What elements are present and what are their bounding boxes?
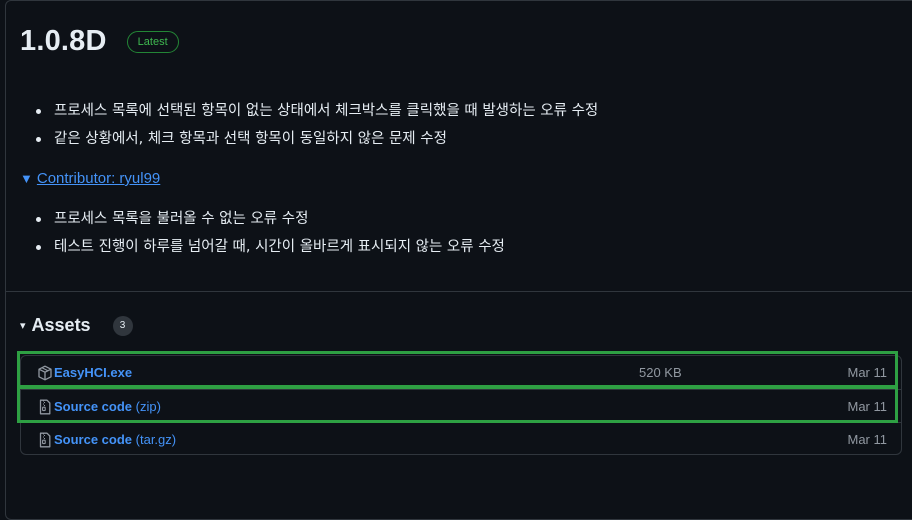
asset-download-link[interactable]: Source code (tar.gz): [54, 432, 176, 447]
file-zip-icon: [39, 432, 51, 448]
release-note-item: 같은 상황에서, 체크 항목과 선택 항목이 동일하지 않은 문제 수정: [35, 125, 598, 153]
assets-heading: Assets: [31, 315, 91, 335]
assets-count-badge: 3: [112, 315, 133, 336]
release-card: 1.0.8D Latest 프로세스 목록에 선택된 항목이 없는 상태에서 체…: [5, 0, 912, 520]
release-note-item: 프로세스 목록에 선택된 항목이 없는 상태에서 체크박스를 클릭했을 때 발생…: [35, 97, 598, 125]
asset-row: Source code (tar.gz) Mar 11: [21, 422, 901, 455]
asset-row: Source code (zip) Mar 11: [21, 389, 901, 422]
contributor-link[interactable]: Contributor: ryul99: [37, 170, 160, 187]
release-note-item: 테스트 진행이 하루를 넘어갈 때, 시간이 올바르게 표시되지 않는 오류 수…: [36, 233, 505, 261]
asset-download-link[interactable]: EasyHCI.exe: [54, 365, 132, 380]
asset-download-link[interactable]: Source code (zip): [54, 399, 161, 414]
release-note-item: 프로세스 목록을 불러올 수 없는 오류 수정: [36, 205, 505, 233]
asset-date: Mar 11: [847, 431, 888, 447]
asset-row: EasyHCI.exe 520 KB Mar 11: [21, 356, 901, 389]
contributor-toggle[interactable]: ▼ Contributor: ryul99: [20, 170, 160, 187]
release-title[interactable]: 1.0.8D: [20, 25, 107, 58]
triangle-down-icon: ▾: [20, 320, 26, 332]
assets-toggle[interactable]: ▾ Assets 3: [20, 315, 133, 336]
asset-date: Mar 11: [847, 398, 888, 414]
package-icon: [38, 365, 52, 381]
latest-badge: Latest: [126, 30, 179, 53]
section-divider: [6, 291, 912, 292]
assets-list: EasyHCI.exe 520 KB Mar 11 Source code (z…: [20, 355, 902, 455]
release-notes-list: 프로세스 목록에 선택된 항목이 없는 상태에서 체크박스를 클릭했을 때 발생…: [20, 97, 598, 153]
asset-size: 520 KB: [639, 365, 682, 380]
asset-date: Mar 11: [847, 365, 888, 380]
triangle-down-icon: ▼: [20, 171, 33, 186]
release-header: 1.0.8D Latest: [20, 25, 179, 58]
contributor-notes-list: 프로세스 목록을 불러올 수 없는 오류 수정 테스트 진행이 하루를 넘어갈 …: [20, 205, 505, 261]
file-zip-icon: [39, 399, 51, 415]
